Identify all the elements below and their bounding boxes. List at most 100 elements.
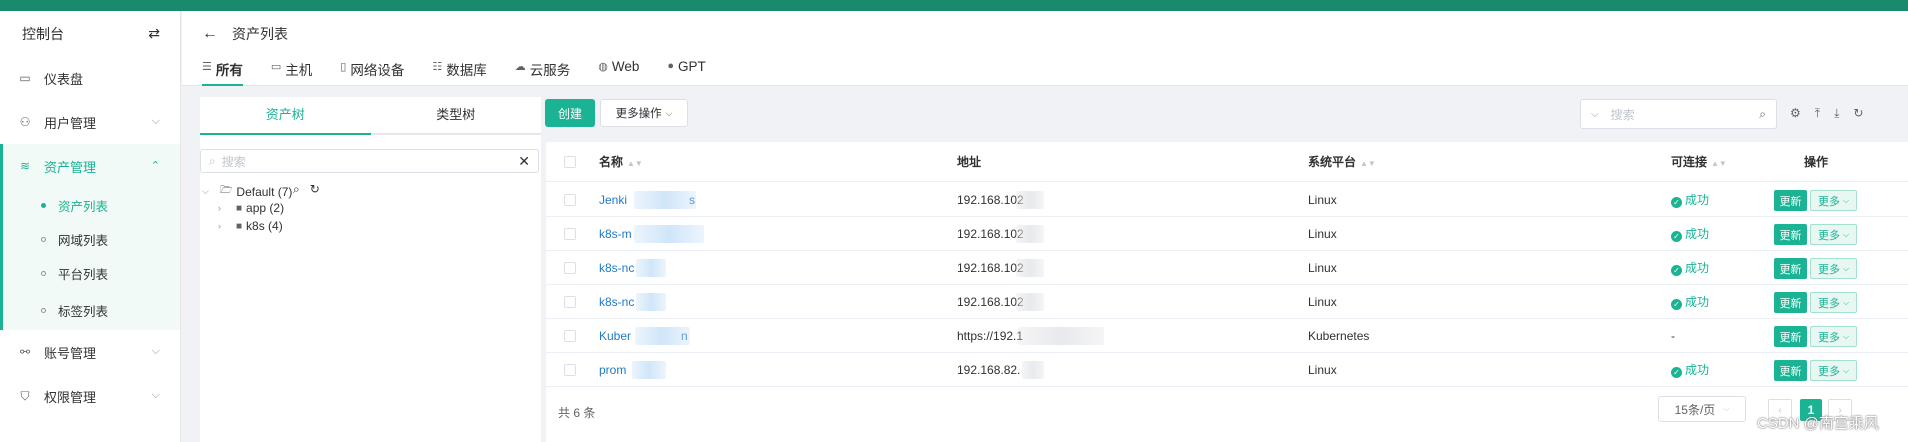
close-icon[interactable]: ✕ [518,153,530,170]
asset-name-link[interactable]: prom [599,353,626,387]
redacted-mask [1016,191,1044,209]
chevron-down-icon: ⌵ [151,115,160,127]
update-button[interactable]: 更新 [1774,360,1807,381]
folder-icon: ■ [236,202,243,214]
asset-platform: Kubernetes [1308,329,1370,343]
more-label: 更多 [1817,365,1840,378]
gear-icon[interactable]: ⚙ [1790,106,1801,121]
page-size-select[interactable]: 15条/页 ⌵ [1658,396,1746,422]
row-more-button[interactable]: 更多 ⌵ [1810,258,1857,279]
row-more-button[interactable]: 更多 ⌵ [1810,190,1857,211]
row-more-button[interactable]: 更多 ⌵ [1810,292,1857,313]
row-checkbox[interactable] [564,364,576,376]
top-bar [0,0,1908,11]
row-more-button[interactable]: 更多 ⌵ [1810,326,1857,347]
tree-search-input[interactable]: ⌕ 搜索 ✕ [200,149,539,173]
download-icon[interactable]: ⤓ [1834,106,1839,121]
sidebar-item-users[interactable]: ⚇ 用户管理 ⌵ [0,100,180,144]
table-row: prom 192.168.82. Linux ✓ 成功 更新 更多 ⌵ [546,353,1908,387]
tab-database[interactable]: ☷ 数据库 [432,59,486,86]
users-icon: ⚇ [19,115,31,129]
chat-icon: ● [667,60,674,72]
tab-asset-tree[interactable]: 资产树 [200,97,371,135]
upload-icon[interactable]: ⤒ [1815,106,1820,121]
sidebar-item-label: 权限管理 [44,389,97,405]
row-checkbox[interactable] [564,330,576,342]
sidebar-sub-label: 网域列表 [58,233,109,248]
update-button[interactable]: 更新 [1774,224,1807,245]
tab-cloud[interactable]: ☁ 云服务 [515,59,571,86]
back-arrow-icon[interactable]: ← [202,25,218,43]
asset-address: 192.168.102 [957,261,1024,275]
sidebar-item-accounts[interactable]: ⚯ 账号管理 ⌵ [0,330,180,374]
asset-table: 名称▲▼ 地址 系统平台▲▼ 可连接▲▼ 操作 Jenkis 192.168.1… [546,142,1908,442]
redacted-mask [634,225,704,243]
sidebar-item-permissions[interactable]: ⛉ 权限管理 ⌵ [0,374,180,418]
row-more-button[interactable]: 更多 ⌵ [1810,224,1857,245]
asset-name-link[interactable]: k8s-m [599,217,632,251]
row-more-button[interactable]: 更多 ⌵ [1810,360,1857,381]
more-label: 更多 [1817,195,1840,208]
select-all-checkbox[interactable] [564,156,576,168]
row-checkbox[interactable] [564,296,576,308]
status-text: 成功 [1685,261,1710,275]
tree-node-k8s[interactable]: › ■ k8s (4) [218,219,283,233]
tree-node-label: k8s (4) [246,219,283,233]
redacted-mask [1016,259,1044,277]
asset-name-link[interactable]: k8s-nc [599,285,634,319]
table-header: 名称 ▲▼ 地址 系统平台 ▲▼ 可连接 ▲▼ 操作 [546,142,1908,182]
connectivity-status: ✓ 成功 [1671,251,1709,285]
sidebar-sub-label-list[interactable]: 标签列表 [3,290,180,330]
sidebar-sub-label: 平台列表 [58,267,109,282]
tab-web[interactable]: ◍ Web [598,59,639,86]
redacted-mask [632,361,666,379]
dashboard-icon: ▭ [19,71,31,85]
create-button[interactable]: 创建 [545,99,595,127]
redacted-mask [1018,327,1104,345]
search-icon: ⌕ [1759,107,1766,121]
caret-down-icon: ⌵ [202,186,209,196]
laptop-icon: ▭ [270,61,282,73]
asset-name-link[interactable]: k8s-nc [599,251,634,285]
sidebar-sub-asset-list[interactable]: 资产列表 [3,188,180,222]
column-header-platform[interactable]: 系统平台 ▲▼ [1308,142,1376,184]
tab-all[interactable]: ☰ 所有 [202,59,243,86]
column-header-name[interactable]: 名称 ▲▼ [599,142,643,184]
asset-address: 192.168.82. [957,363,1021,377]
check-circle-icon: ✓ [1671,197,1682,208]
tab-label: 数据库 [446,63,487,78]
tab-type-tree[interactable]: 类型树 [370,97,541,135]
tab-gpt[interactable]: ● GPT [667,59,705,86]
sidebar-item-assets[interactable]: ≋ 资产管理 ⌃ [3,144,180,188]
update-button[interactable]: 更新 [1774,326,1807,347]
row-checkbox[interactable] [564,228,576,240]
refresh-icon[interactable]: ↻ [1853,106,1863,121]
asset-platform: Linux [1308,363,1337,377]
more-actions-label: 更多操作 [615,108,662,120]
sidebar-sub-label: 标签列表 [58,304,109,319]
row-checkbox[interactable] [564,262,576,274]
sidebar-sub-platform-list[interactable]: 平台列表 [3,256,180,290]
update-button[interactable]: 更新 [1774,190,1807,211]
search-icon[interactable]: ⌕ [293,182,300,197]
column-header-connectivity[interactable]: 可连接 ▲▼ [1671,142,1727,184]
tree-node-root[interactable]: ⌵ 🗁 Default (7) [202,183,292,200]
tree-node-app[interactable]: › ■ app (2) [218,201,284,215]
sidebar-sub-domain-list[interactable]: 网域列表 [3,222,180,256]
row-checkbox[interactable] [564,194,576,206]
sidebar-sub-label: 资产列表 [58,199,109,214]
tab-network-device[interactable]: ▯ 网络设备 [340,59,404,86]
swap-icon[interactable]: ⇄ [148,25,160,42]
search-input[interactable]: ⌵ 搜索 ⌕ [1580,99,1777,129]
layers-icon: ≋ [19,159,31,173]
chevron-down-icon[interactable]: ⌵ [1591,109,1599,120]
more-actions-button[interactable]: 更多操作 ⌵ [600,99,688,127]
folder-open-icon: 🗁 [220,185,233,196]
tab-host[interactable]: ▭ 主机 [271,59,312,86]
connectivity-status: ✓ 成功 [1671,183,1709,217]
update-button[interactable]: 更新 [1774,258,1807,279]
sidebar-item-dashboard[interactable]: ▭ 仪表盘 [0,56,180,100]
update-button[interactable]: 更新 [1774,292,1807,313]
refresh-icon[interactable]: ↻ [310,182,320,197]
asset-platform: Linux [1308,261,1337,275]
